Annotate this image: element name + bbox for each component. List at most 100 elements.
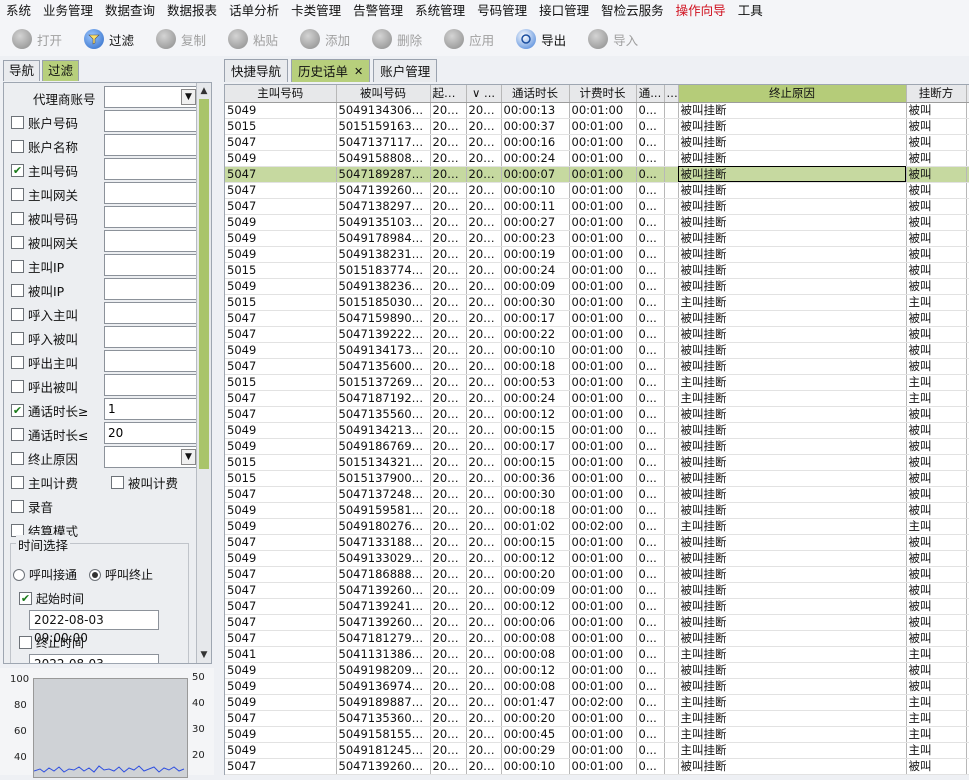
table-row[interactable]: 5047 50471392602... 202... 202... 00:00:10 00… — [225, 182, 969, 199]
open-button[interactable]: 打开 — [12, 24, 62, 54]
table-row[interactable]: 5047 50471382979... 202... 202... 00:00:11 00… — [225, 198, 969, 215]
table-row[interactable]: 5047 50471392602... 202... 202... 00:00:10 00… — [225, 758, 969, 775]
filter-input[interactable] — [104, 326, 198, 348]
filter-input[interactable] — [104, 230, 198, 252]
callee-billing-checkbox[interactable] — [111, 476, 124, 489]
column-header[interactable]: 通... — [636, 85, 665, 103]
radio-call-end[interactable] — [89, 568, 102, 581]
filter-input[interactable] — [104, 134, 198, 156]
filter-checkbox[interactable] — [11, 116, 24, 129]
table-row[interactable]: 5047 50471355605... 202... 202... 00:00:12 00… — [225, 406, 969, 423]
filter-input[interactable] — [104, 374, 198, 396]
table-row[interactable]: 5047 50471392600... 202... 202... 00:00:06 00… — [225, 614, 969, 631]
menu-item[interactable]: 业务管理 — [37, 0, 99, 22]
menu-item[interactable]: 工具 — [732, 0, 769, 22]
menu-item[interactable]: 操作向导 — [670, 0, 732, 22]
filter-input[interactable] — [104, 350, 198, 372]
table-row[interactable]: 5015 50151379002... 202... 202... 00:00:36 00… — [225, 470, 969, 487]
tab-account-management[interactable]: 账户管理 — [373, 59, 438, 82]
table-row[interactable]: 5047 50471392608... 202... 202... 00:00:09 00… — [225, 582, 969, 599]
table-row[interactable]: 5049 50491867691... 202... 202... 00:00:17 00… — [225, 438, 969, 455]
filter-input[interactable] — [104, 206, 198, 228]
copy-button[interactable]: 复制 — [156, 24, 206, 54]
add-button[interactable]: 添加 — [300, 24, 350, 54]
scroll-up-icon[interactable]: ▲ — [198, 84, 210, 98]
table-row[interactable]: 5015 50151343215... 202... 202... 00:00:15 00… — [225, 454, 969, 471]
table-row[interactable]: 5049 50491812456... 202... 202... 00:00:29 00… — [225, 742, 969, 759]
filter-checkbox[interactable] — [11, 260, 24, 273]
filter-checkbox[interactable] — [11, 308, 24, 321]
radio-call-connect[interactable] — [13, 568, 25, 581]
filter-checkbox[interactable] — [11, 380, 24, 393]
menu-item[interactable]: 数据查询 — [99, 0, 161, 22]
column-header[interactable]: 主叫号码 — [225, 85, 337, 103]
filter-input[interactable] — [104, 422, 198, 444]
table-row[interactable]: 5047 50471868888... 202... 202... 00:00:20 00… — [225, 566, 969, 583]
recording-checkbox[interactable] — [11, 500, 24, 513]
column-header[interactable]: 计费时长 — [569, 85, 637, 103]
end-reason-checkbox[interactable] — [11, 452, 24, 465]
filter-checkbox[interactable] — [11, 428, 24, 441]
table-row[interactable]: 5049 50491581559... 202... 202... 00:00:45 00… — [225, 726, 969, 743]
menu-item[interactable]: 智检云服务 — [595, 0, 670, 22]
filter-checkbox[interactable] — [11, 284, 24, 297]
end-reason-select[interactable]: ▼ — [104, 446, 198, 468]
filter-input[interactable] — [104, 182, 198, 204]
table-row[interactable]: 5047 50471598904... 202... 202... 00:00:17 00… — [225, 310, 969, 327]
menu-item[interactable]: 接口管理 — [533, 0, 595, 22]
menu-item[interactable]: 告警管理 — [347, 0, 409, 22]
delete-button[interactable]: 删除 — [372, 24, 422, 54]
agent-account-select[interactable]: ▼ — [104, 86, 198, 108]
table-row[interactable]: 5049 50491588082... 202... 202... 00:00:24 00… — [225, 150, 969, 167]
tab-filter[interactable]: 过滤 — [42, 60, 80, 81]
menu-item[interactable]: 号码管理 — [471, 0, 533, 22]
chevron-down-icon[interactable]: ▼ — [181, 89, 196, 105]
table-row[interactable]: 5047 50471331883... 202... 202... 00:00:15 00… — [225, 534, 969, 551]
export-button[interactable]: 导出 — [516, 24, 566, 54]
filter-input[interactable] — [104, 278, 198, 300]
tab-navigation[interactable]: 导航 — [3, 60, 41, 81]
column-header[interactable]: 被叫号码 — [336, 85, 431, 103]
menu-item[interactable]: 系统 — [0, 0, 37, 22]
table-row[interactable]: 5047 50471392417... 202... 202... 00:00:12 00… — [225, 598, 969, 615]
table-row[interactable]: 5049 50491802766... 202... 202... 00:01:02 00… — [225, 518, 969, 535]
end-time-checkbox[interactable] — [19, 636, 32, 649]
table-row[interactable]: 5049 50491343065... 202... 202... 00:00:13 00… — [225, 102, 969, 119]
column-header[interactable]: 起始... — [430, 85, 467, 103]
table-row[interactable]: 5015 50151591636... 202... 202... 00:00:37 00… — [225, 118, 969, 135]
filter-scrollbar[interactable]: ▲ ▼ — [196, 83, 211, 663]
table-row[interactable]: 5047 50471353602... 202... 202... 00:00:20 00… — [225, 710, 969, 727]
filter-checkbox[interactable] — [11, 332, 24, 345]
filter-input[interactable] — [104, 302, 198, 324]
table-row[interactable]: 5049 50491789846... 202... 202... 00:00:23 00… — [225, 230, 969, 247]
table-row[interactable]: 5049 50491982091... 202... 202... 00:00:12 00… — [225, 662, 969, 679]
filter-checkbox[interactable]: ✔ — [11, 404, 24, 417]
import-button[interactable]: 导入 — [588, 24, 638, 54]
filter-input[interactable] — [104, 110, 198, 132]
start-time-input[interactable]: 2022-08-03 09:00:00 — [29, 610, 159, 645]
tab-quick-nav[interactable]: 快捷导航 — [224, 59, 289, 82]
table-row[interactable]: 5049 50491330296... 202... 202... 00:00:12 00… — [225, 550, 969, 567]
menu-item[interactable]: 系统管理 — [409, 0, 471, 22]
filter-checkbox[interactable] — [11, 212, 24, 225]
filter-input[interactable] — [104, 254, 198, 276]
column-header[interactable]: ... — [664, 85, 679, 103]
table-row[interactable]: 5047 50471812795... 202... 202... 00:00:08 00… — [225, 630, 969, 647]
filter-checkbox[interactable] — [11, 356, 24, 369]
column-header[interactable]: 终止原因 — [678, 85, 907, 103]
table-row[interactable]: 5015 50151372696... 202... 202... 00:00:53 00… — [225, 374, 969, 391]
table-row[interactable]: 5049 50491341732... 202... 202... 00:00:10 00… — [225, 342, 969, 359]
end-time-input[interactable]: 2022-08-03 14:51:19 — [29, 654, 159, 663]
tab-call-history[interactable]: 历史话单 ✕ — [291, 59, 371, 82]
table-row[interactable]: 5047 50471392220... 202... 202... 00:00:22 00… — [225, 326, 969, 343]
paste-button[interactable]: 粘贴 — [228, 24, 278, 54]
table-row[interactable]: 5047 50471371178... 202... 202... 00:00:16 00… — [225, 134, 969, 151]
table-row[interactable]: 5049 50491342134... 202... 202... 00:00:15 00… — [225, 422, 969, 439]
column-header[interactable]: 通话时长 — [501, 85, 570, 103]
table-row[interactable]: 5049 50491382365... 202... 202... 00:00:09 00… — [225, 278, 969, 295]
table-row[interactable]: 5049 50491351033... 202... 202... 00:00:27 00… — [225, 214, 969, 231]
table-row[interactable]: 5049 50491369748... 202... 202... 00:00:08 00… — [225, 678, 969, 695]
filter-checkbox[interactable] — [11, 140, 24, 153]
menu-item[interactable]: 话单分析 — [223, 0, 285, 22]
table-row[interactable]: 5047 50471871924... 202... 202... 00:00:24 00… — [225, 390, 969, 407]
